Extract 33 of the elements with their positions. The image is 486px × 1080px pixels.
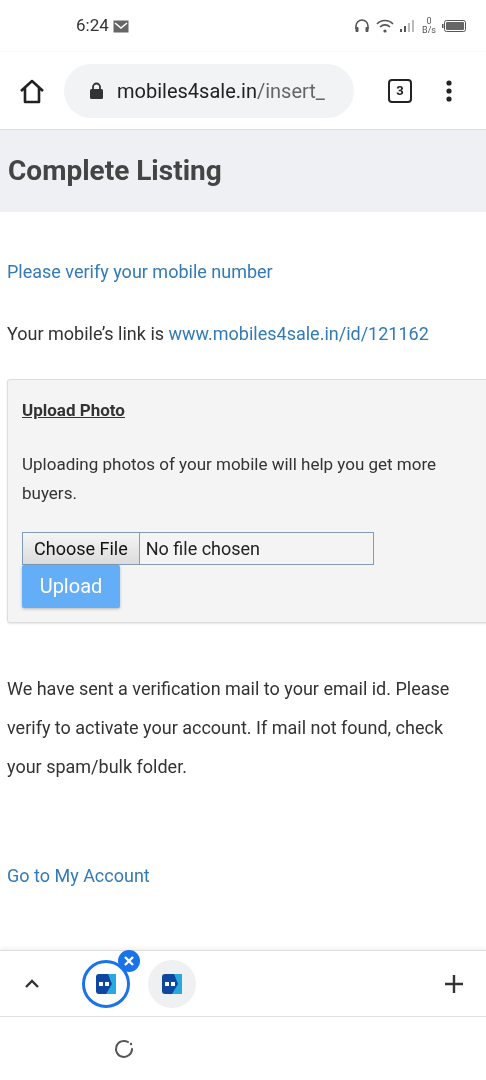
url-path: /insert_ bbox=[256, 78, 325, 103]
panel-text: Uploading photos of your mobile will help you get more buyers. bbox=[22, 452, 438, 505]
wifi-icon bbox=[376, 19, 395, 33]
lock-icon bbox=[90, 82, 103, 99]
net-speed-unit: B/s bbox=[422, 26, 436, 35]
favicon-icon bbox=[162, 973, 182, 994]
verify-link[interactable]: Please verify your mobile number bbox=[7, 258, 479, 286]
net-speed-value: 0 bbox=[426, 17, 432, 26]
choose-file-button[interactable]: Choose File bbox=[23, 532, 140, 564]
signal-icon bbox=[400, 20, 417, 32]
file-status: No file chosen bbox=[144, 536, 261, 561]
battery-icon bbox=[442, 20, 466, 32]
tab-thumbnail[interactable] bbox=[148, 959, 196, 1008]
home-icon[interactable] bbox=[18, 77, 46, 104]
close-icon[interactable] bbox=[118, 949, 140, 972]
home-gesture-icon[interactable] bbox=[114, 1038, 134, 1059]
more-menu-icon[interactable] bbox=[446, 79, 452, 102]
verification-notice: We have sent a verification mail to your email id. Please verify to activate your account. If mail not found, check your spam/bulk folder. bbox=[7, 676, 451, 779]
account-link[interactable]: Go to My Account bbox=[7, 861, 479, 889]
url-host: mobiles4sale.in bbox=[117, 78, 257, 103]
chevron-up-icon[interactable] bbox=[24, 978, 40, 989]
status-time: 6:24 bbox=[76, 14, 109, 38]
page-title: Complete Listing bbox=[8, 153, 222, 189]
file-input[interactable]: Choose File No file chosen bbox=[22, 531, 374, 565]
new-tab-icon[interactable] bbox=[444, 973, 464, 994]
mobile-link-text: Your mobile’s link is www.mobiles4sale.in/id/121162 bbox=[7, 322, 430, 346]
address-bar[interactable]: mobiles4sale.in/insert_ bbox=[64, 63, 354, 118]
favicon-icon bbox=[96, 973, 116, 994]
mail-icon bbox=[112, 19, 129, 33]
tab-count-button[interactable]: 3 bbox=[388, 78, 412, 103]
headphones-icon bbox=[354, 18, 371, 34]
panel-title: Upload Photo bbox=[22, 399, 126, 422]
mobile-link[interactable]: www.mobiles4sale.in/id/121162 bbox=[168, 323, 429, 344]
